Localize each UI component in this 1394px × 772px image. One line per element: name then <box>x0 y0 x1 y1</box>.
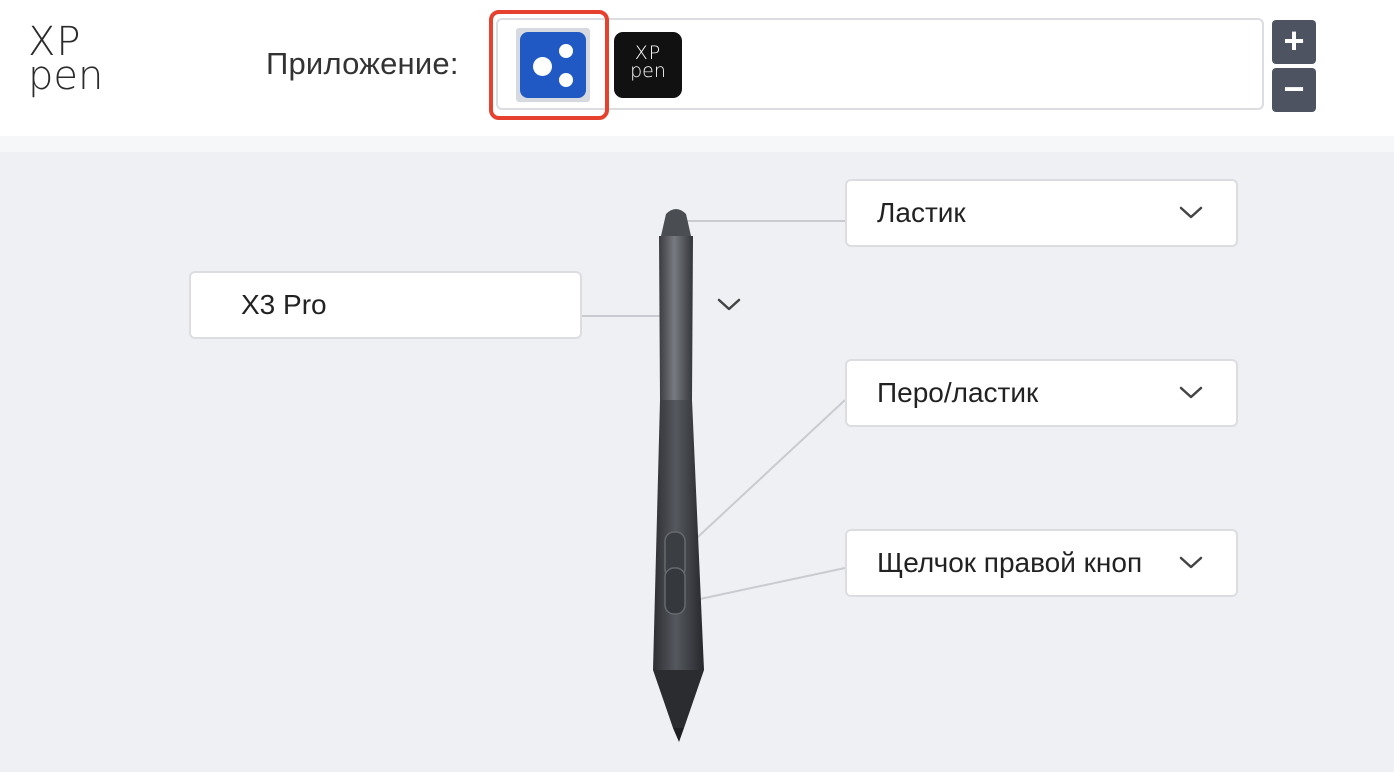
chevron-down-icon <box>1179 181 1203 245</box>
chevron-down-icon <box>717 273 741 337</box>
top-button-dropdown[interactable]: Ластик <box>845 179 1238 247</box>
add-app-button[interactable]: + <box>1272 20 1316 64</box>
application-label: Приложение: <box>266 46 459 81</box>
logo-text-bottom: pen <box>28 53 104 99</box>
pen-model-dropdown[interactable]: X3 Pro <box>189 271 741 339</box>
lower-button-value: Щелчок правой кноп <box>877 547 1143 578</box>
xp-pen-logo: XP pen <box>28 22 118 106</box>
application-list <box>496 18 1264 110</box>
pen-model-value: X3 Pro <box>241 289 327 320</box>
app-header: XP pen Приложение: XP pen + − <box>0 0 1394 136</box>
upper-button-value: Перо/ластик <box>877 377 1039 408</box>
pen-settings-window: XP pen Приложение: XP pen + − X3 Pro Лас… <box>0 0 1394 772</box>
upper-button-dropdown[interactable]: Перо/ластик <box>845 359 1238 427</box>
app-item-xp-pen[interactable]: XP pen <box>614 32 682 98</box>
remove-app-button[interactable]: − <box>1272 68 1316 112</box>
header-divider <box>0 136 1394 152</box>
chevron-down-icon <box>1179 361 1203 425</box>
xp-pen-app-logo-bottom: pen <box>630 60 666 82</box>
lower-button-dropdown[interactable]: Щелчок правой кноп <box>845 529 1238 597</box>
top-button-value: Ластик <box>877 197 966 228</box>
chevron-down-icon <box>1179 531 1203 595</box>
selected-app-highlight <box>489 10 609 120</box>
